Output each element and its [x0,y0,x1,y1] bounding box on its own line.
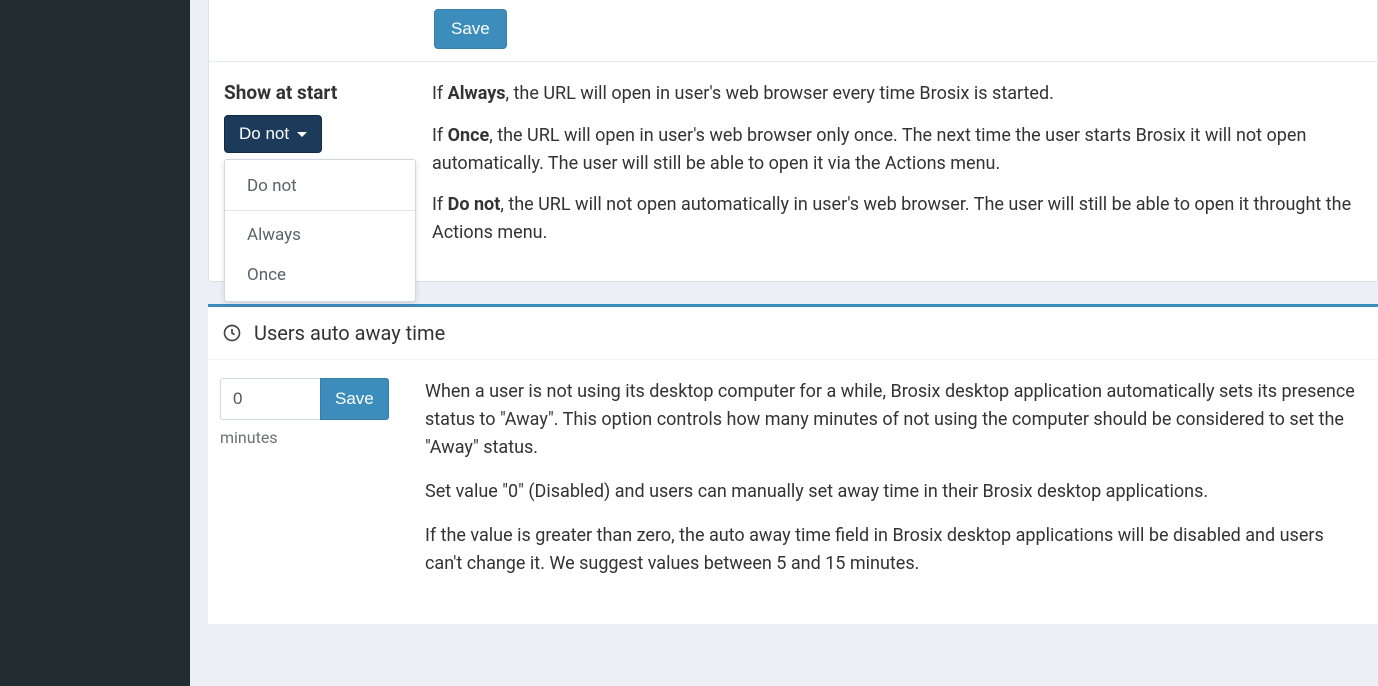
clock-icon [222,323,242,343]
show-at-start-label: Show at start [224,80,404,106]
show-at-start-description: If Always, the URL will open in user's w… [432,80,1362,261]
auto-away-title: Users auto away time [254,321,445,345]
dropdown-divider [225,210,415,211]
show-at-start-menu: Do not Always Once [224,159,416,302]
dropdown-item-always[interactable]: Always [225,215,415,255]
auto-away-header: Users auto away time [208,307,1378,360]
auto-away-panel: Users auto away time Save minutes When a… [208,304,1378,623]
main-content: Save Show at start Do not Do not Always … [190,0,1378,686]
url-settings-panel: Save Show at start Do not Do not Always … [208,0,1378,282]
sidebar [0,0,190,686]
auto-away-save-button[interactable]: Save [320,378,389,420]
show-at-start-toggle[interactable]: Do not [224,115,322,153]
caret-down-icon [297,132,307,137]
auto-away-input[interactable] [220,378,320,420]
dropdown-item-once[interactable]: Once [225,255,415,295]
auto-away-unit-label: minutes [220,428,395,447]
auto-away-description: When a user is not using its desktop com… [425,378,1356,593]
save-row: Save [209,1,1377,62]
dropdown-selected-text: Do not [239,124,289,144]
save-button[interactable]: Save [434,9,507,49]
dropdown-item-do-not[interactable]: Do not [225,166,415,206]
show-at-start-row: Show at start Do not Do not Always Once [209,62,1377,281]
auto-away-controls: Save minutes [220,378,395,593]
show-at-start-dropdown: Do not Do not Always Once [224,115,322,153]
